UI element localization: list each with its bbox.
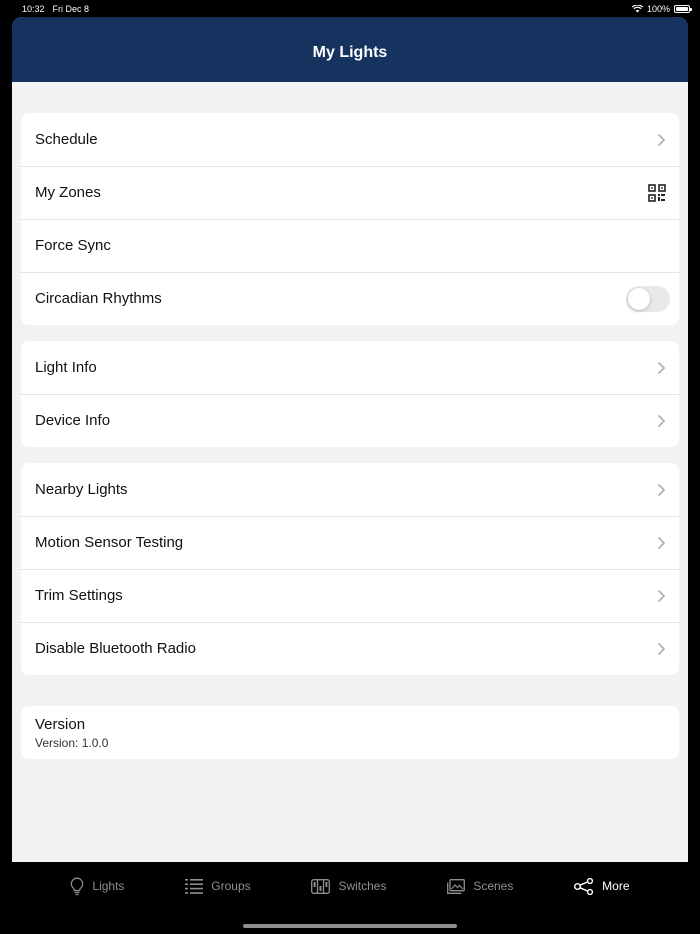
row-circadian-rhythms: Circadian Rhythms xyxy=(21,272,679,325)
tab-groups[interactable]: Groups xyxy=(185,878,251,894)
row-label: Schedule xyxy=(35,131,98,148)
page-title: My Lights xyxy=(312,43,388,61)
battery-percent: 100% xyxy=(646,3,670,14)
tab-label: Scenes xyxy=(473,879,514,893)
tab-bar: Lights Groups Switches Scenes More xyxy=(0,862,700,910)
settings-group-advanced: Nearby Lights Motion Sensor Testing Trim… xyxy=(21,463,679,675)
status-right: 100% xyxy=(631,3,692,14)
tab-more[interactable]: More xyxy=(574,877,630,895)
tab-switches[interactable]: Switches xyxy=(311,878,387,894)
toggle-knob xyxy=(628,287,650,310)
chevron-right-icon xyxy=(656,133,666,147)
row-label: Light Info xyxy=(35,359,97,376)
battery-icon xyxy=(674,4,692,13)
version-card: Version Version: 1.0.0 xyxy=(21,706,679,759)
tab-lights[interactable]: Lights xyxy=(70,877,124,896)
status-date: Fri Dec 8 xyxy=(52,3,90,14)
version-row: Version Version: 1.0.0 xyxy=(21,706,679,759)
chevron-right-icon xyxy=(656,361,666,375)
status-bar: 10:32 Fri Dec 8 100% xyxy=(0,0,700,17)
row-label: Circadian Rhythms xyxy=(35,290,162,307)
navigation-bar: My Lights xyxy=(12,17,688,82)
tab-scenes[interactable]: Scenes xyxy=(447,878,514,894)
row-label: Disable Bluetooth Radio xyxy=(35,640,196,657)
more-screen: My Lights Schedule My Zones Force Sync C… xyxy=(12,17,688,862)
row-label: Trim Settings xyxy=(35,587,123,604)
status-time: 10:32 xyxy=(22,3,45,14)
row-light-info[interactable]: Light Info xyxy=(21,341,679,394)
row-motion-sensor-testing[interactable]: Motion Sensor Testing xyxy=(21,516,679,569)
row-device-info[interactable]: Device Info xyxy=(21,394,679,447)
switches-icon xyxy=(311,878,331,894)
lightbulb-icon xyxy=(71,877,84,895)
settings-group-general: Schedule My Zones Force Sync Circadian R… xyxy=(21,113,679,325)
row-my-zones[interactable]: My Zones xyxy=(21,166,679,219)
scenes-icon xyxy=(447,878,466,894)
chevron-right-icon xyxy=(656,414,666,428)
row-label: Motion Sensor Testing xyxy=(35,534,184,551)
settings-list: Schedule My Zones Force Sync Circadian R… xyxy=(12,82,688,759)
row-label: My Zones xyxy=(35,184,101,201)
row-nearby-lights[interactable]: Nearby Lights xyxy=(21,463,679,516)
groups-grid-icon xyxy=(185,878,204,894)
settings-group-info: Light Info Device Info xyxy=(21,341,679,447)
row-label: Device Info xyxy=(35,412,111,429)
qr-code-icon[interactable] xyxy=(648,183,666,202)
home-indicator[interactable] xyxy=(243,924,457,928)
tab-label: Lights xyxy=(92,879,125,893)
row-trim-settings[interactable]: Trim Settings xyxy=(21,569,679,622)
row-label: Force Sync xyxy=(35,237,111,254)
row-force-sync[interactable]: Force Sync xyxy=(21,219,679,272)
chevron-right-icon xyxy=(656,483,666,497)
row-schedule[interactable]: Schedule xyxy=(21,113,679,166)
version-value: Version: 1.0.0 xyxy=(35,735,109,750)
row-disable-bluetooth-radio[interactable]: Disable Bluetooth Radio xyxy=(21,622,679,675)
tab-label: Groups xyxy=(211,879,251,893)
circadian-rhythms-toggle[interactable] xyxy=(626,285,670,312)
chevron-right-icon xyxy=(656,536,666,550)
tab-label: More xyxy=(602,879,630,893)
version-title: Version xyxy=(35,715,86,733)
wifi-icon xyxy=(631,4,643,12)
chevron-right-icon xyxy=(656,589,666,603)
row-label: Nearby Lights xyxy=(35,481,128,498)
chevron-right-icon xyxy=(656,642,666,656)
share-nodes-icon xyxy=(574,877,594,895)
tab-label: Switches xyxy=(338,879,387,893)
